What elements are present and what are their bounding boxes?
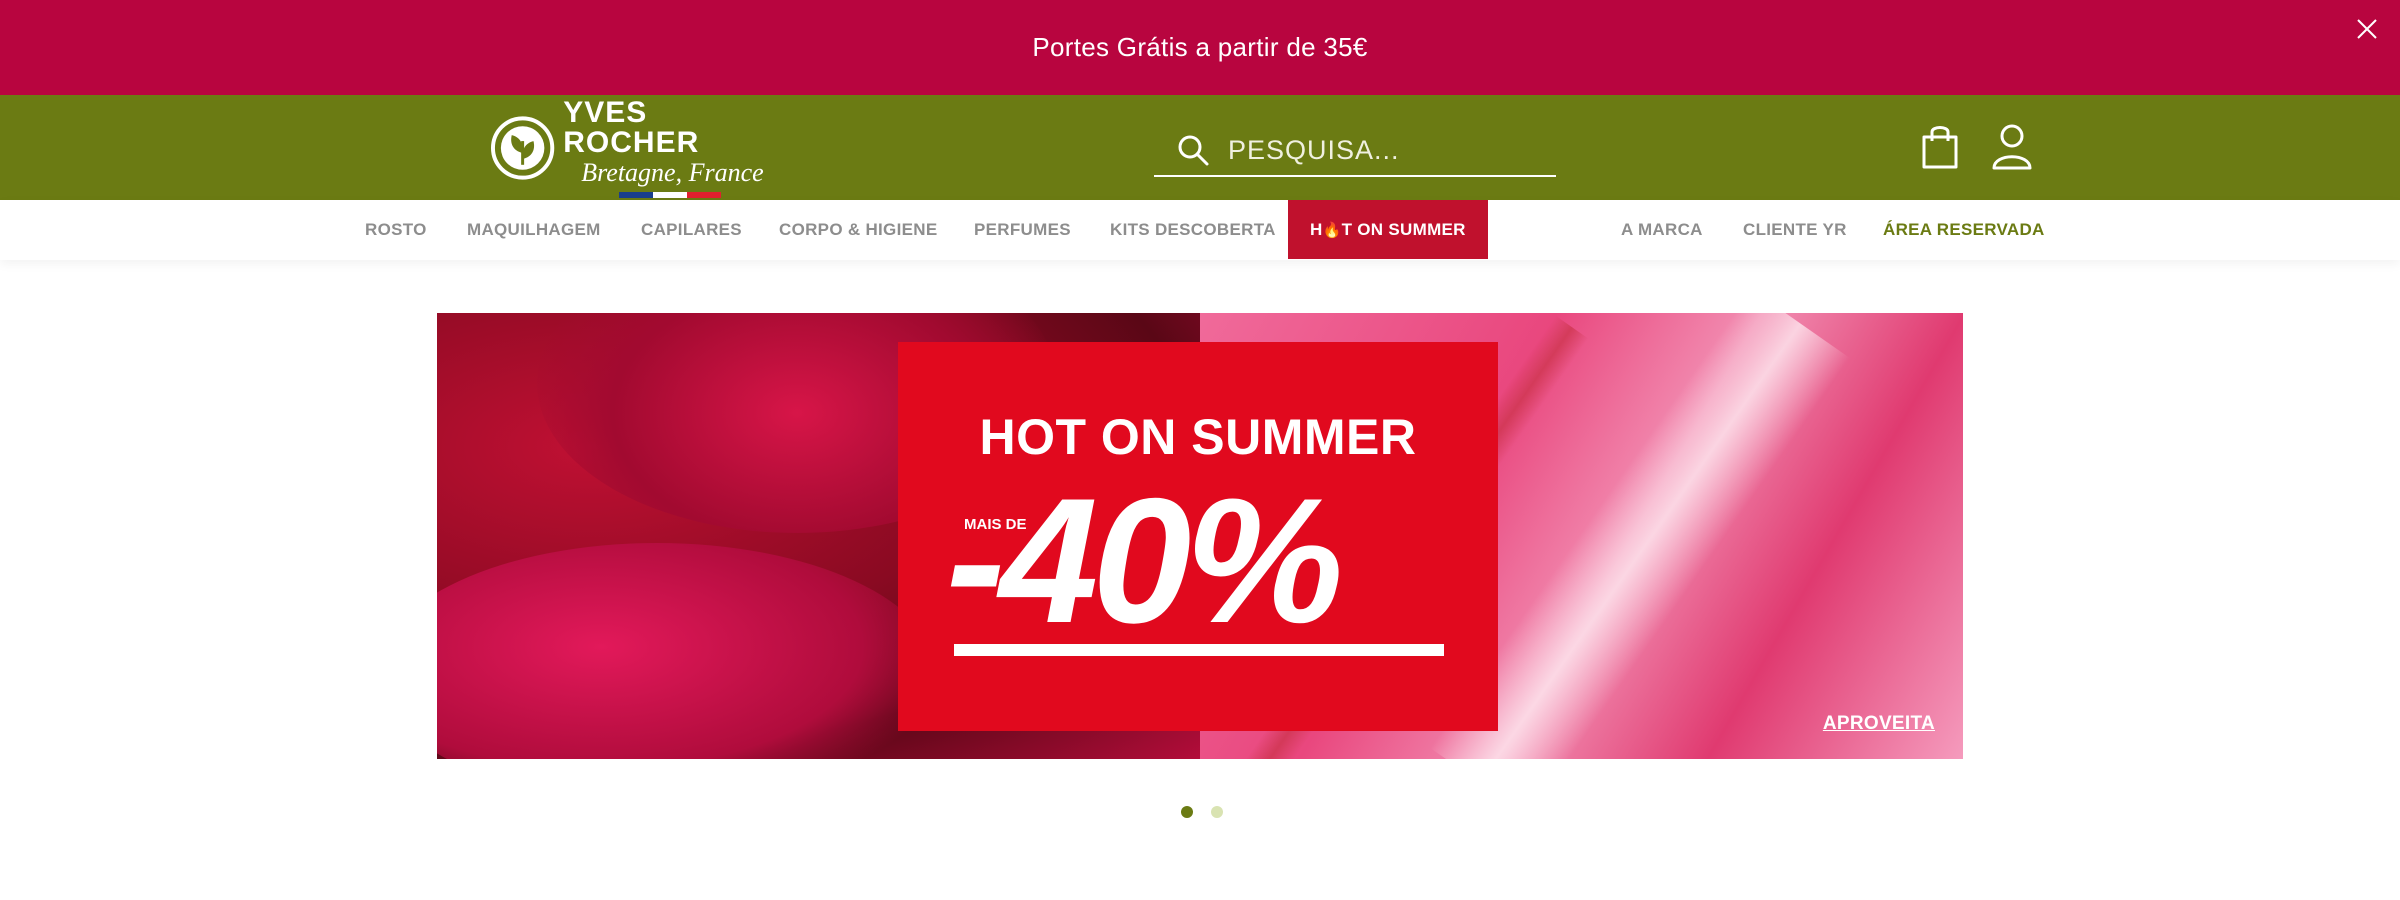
hot-suffix: T ON SUMMER bbox=[1341, 219, 1466, 239]
nav-item-perfumes[interactable]: PERFUMES bbox=[974, 200, 1071, 259]
flame-icon: 🔥 bbox=[1322, 221, 1342, 239]
promo-text: Portes Grátis a partir de 35€ bbox=[1032, 32, 1368, 62]
hero-banner[interactable]: HOT ON SUMMER MAIS DE -40% APROVEITA bbox=[437, 313, 1963, 759]
nav-item-kits-descoberta[interactable]: KITS DESCOBERTA bbox=[1110, 200, 1276, 259]
logo-name: YVES ROCHER bbox=[563, 96, 700, 159]
shopping-bag-icon[interactable] bbox=[1918, 121, 1962, 171]
logo[interactable]: YVES ROCHER Bretagne, France bbox=[490, 98, 790, 198]
promo-bar: Portes Grátis a partir de 35€ bbox=[0, 0, 2400, 95]
search-input[interactable] bbox=[1226, 133, 1530, 167]
leaf-logo-icon bbox=[490, 116, 555, 180]
promo-discount: -40% bbox=[946, 461, 1344, 660]
nav-item-cliente-yr[interactable]: CLIENTE YR bbox=[1743, 200, 1847, 259]
logo-subtitle: Bretagne, France bbox=[581, 158, 764, 187]
promo-title: HOT ON SUMMER bbox=[979, 409, 1417, 465]
nav-item-capilares[interactable]: CAPILARES bbox=[641, 200, 742, 259]
nav-item-corpo-higiene[interactable]: CORPO & HIGIENE bbox=[779, 200, 937, 259]
promo-box: HOT ON SUMMER MAIS DE -40% bbox=[898, 342, 1498, 731]
nav-item-hot-on-summer[interactable]: H 🔥 T ON SUMMER bbox=[1288, 200, 1488, 259]
french-flag bbox=[619, 192, 790, 198]
nav-item-a-marca[interactable]: A MARCA bbox=[1621, 200, 1703, 259]
nav-item-rosto[interactable]: ROSTO bbox=[365, 200, 427, 259]
carousel-dot[interactable] bbox=[1181, 806, 1193, 818]
hot-prefix: H bbox=[1310, 219, 1323, 239]
nav-item-maquilhagem[interactable]: MAQUILHAGEM bbox=[467, 200, 601, 259]
user-icon[interactable] bbox=[1990, 121, 2034, 171]
search-icon[interactable] bbox=[1174, 131, 1212, 169]
promo-underline bbox=[954, 644, 1444, 656]
search-bar bbox=[1154, 125, 1556, 177]
nav-item-area-reservada[interactable]: ÁREA RESERVADA bbox=[1883, 200, 2045, 259]
banner-cta-link[interactable]: APROVEITA bbox=[1823, 713, 1935, 735]
main-nav: ROSTO MAQUILHAGEM CAPILARES CORPO & HIGI… bbox=[0, 200, 2400, 260]
carousel-dot[interactable] bbox=[1211, 806, 1223, 818]
carousel-dots bbox=[1181, 806, 1223, 818]
site-header: YVES ROCHER Bretagne, France bbox=[0, 95, 2400, 200]
close-icon[interactable] bbox=[2352, 14, 2382, 44]
